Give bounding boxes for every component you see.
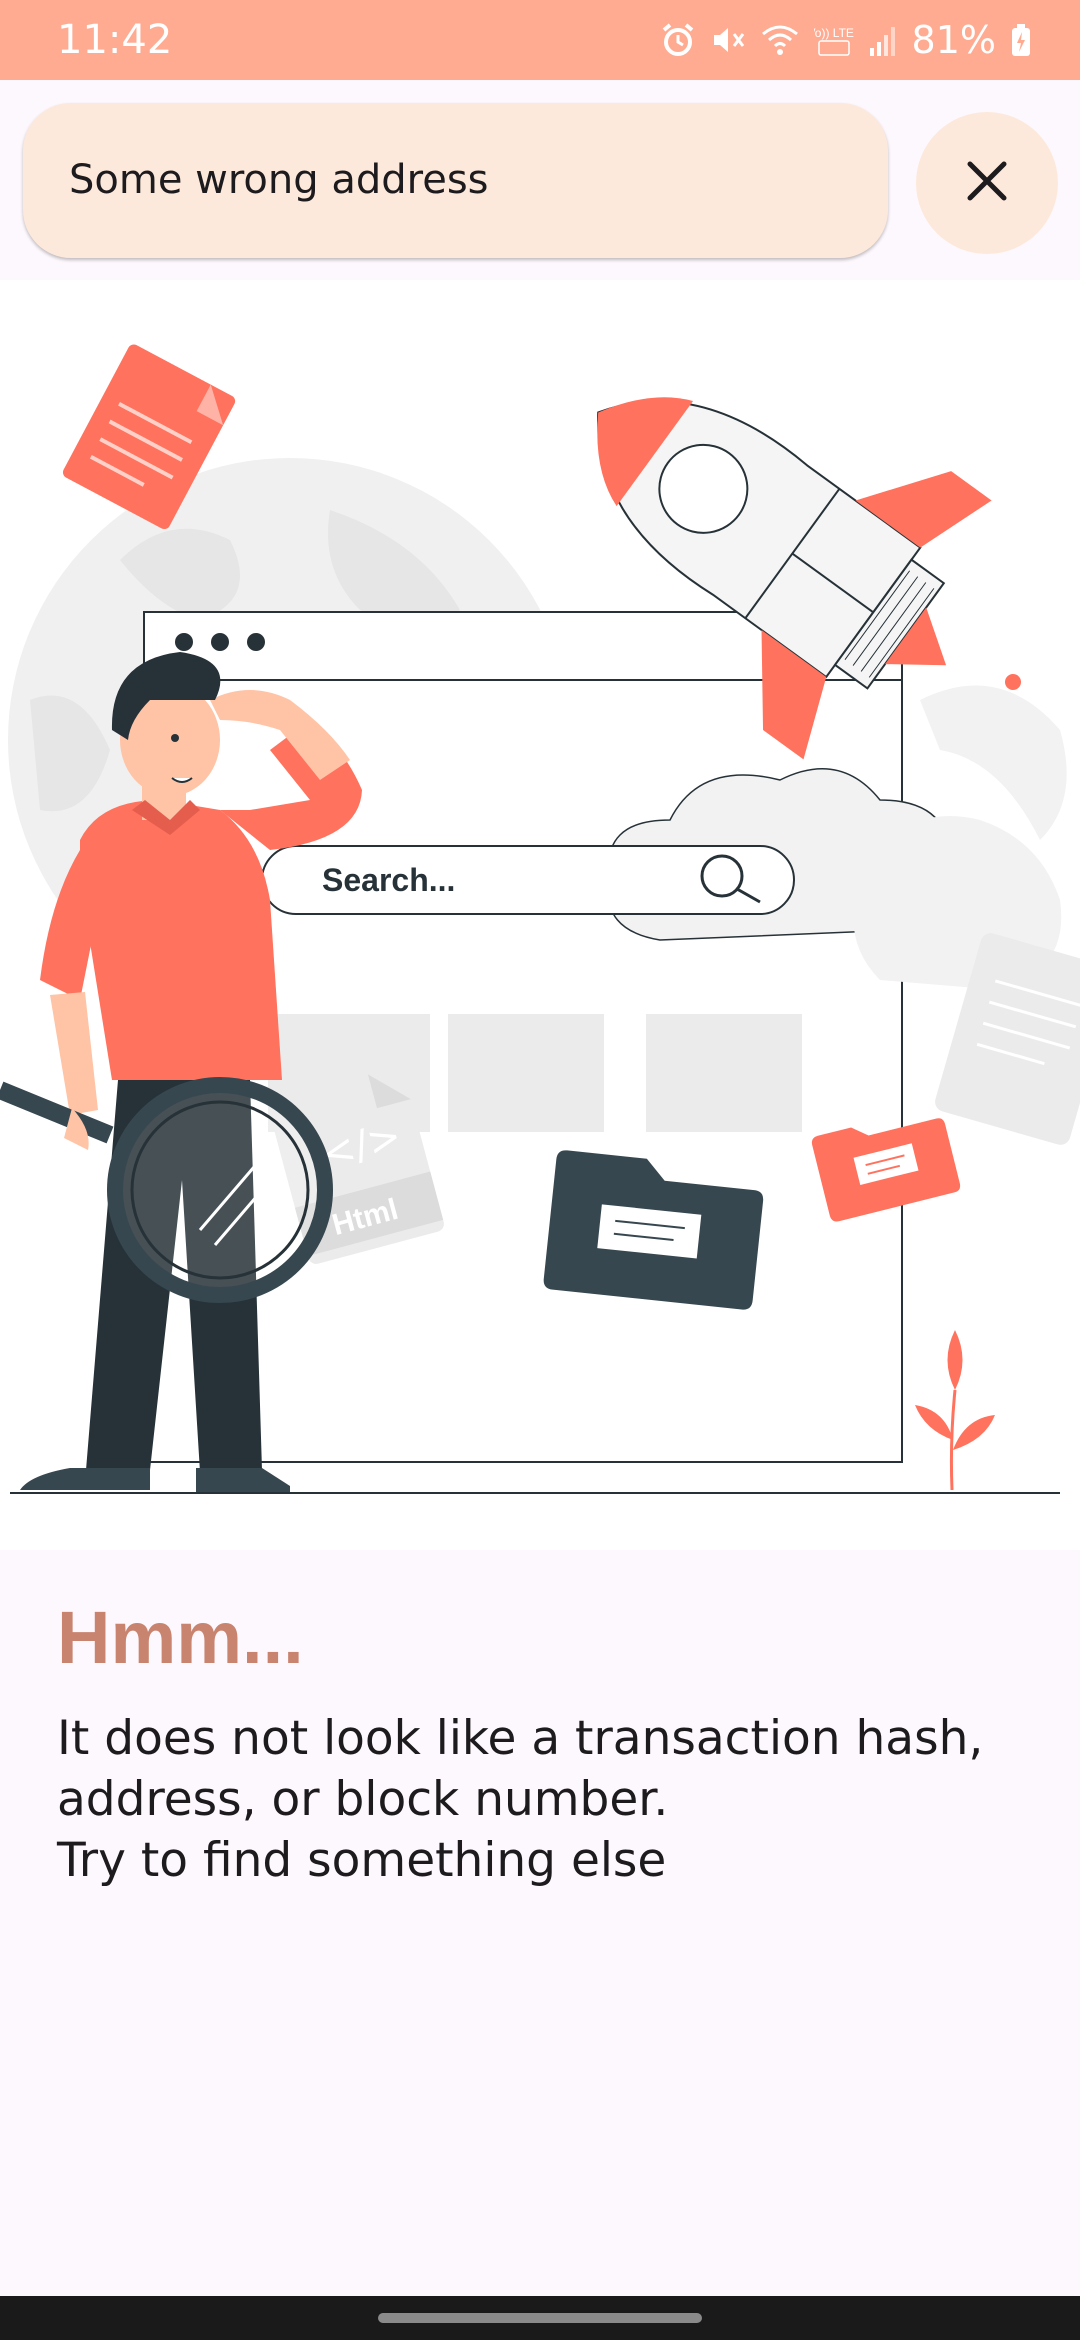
battery-icon — [1010, 22, 1032, 58]
illustration-search-bar: Search... — [261, 845, 795, 915]
status-icons: Vo)) LTE1 81% — [660, 14, 1032, 66]
battery-percent: 81% — [911, 18, 996, 62]
not-found-illustration: Search... </> Html — [0, 280, 1080, 1550]
search-input[interactable]: Some wrong address — [23, 103, 888, 258]
signal-icon — [868, 22, 898, 58]
alarm-icon — [660, 22, 696, 58]
status-time: 11:42 — [57, 17, 173, 63]
search-query-text: Some wrong address — [69, 157, 489, 203]
close-icon — [965, 159, 1009, 208]
home-gesture-handle[interactable] — [378, 2313, 702, 2323]
mute-icon — [710, 22, 746, 58]
empty-state-message: Hmm... It does not look like a transacti… — [57, 1595, 1047, 1891]
empty-state-title: Hmm... — [57, 1596, 304, 1679]
lte-icon: Vo)) LTE1 — [814, 20, 854, 60]
status-bar: 11:42 Vo)) LTE1 81% — [0, 0, 1080, 80]
empty-state-description: It does not look like a transaction hash… — [57, 1711, 984, 1888]
illustration-search-text: Search... — [322, 862, 455, 898]
svg-text:Vo)) LTE1: Vo)) LTE1 — [814, 26, 854, 40]
magnifying-glass-graphic — [0, 1077, 333, 1303]
wifi-icon — [760, 22, 800, 58]
system-nav-bar — [0, 2296, 1080, 2340]
close-search-button[interactable] — [916, 112, 1058, 254]
plant-graphic — [915, 1330, 995, 1491]
